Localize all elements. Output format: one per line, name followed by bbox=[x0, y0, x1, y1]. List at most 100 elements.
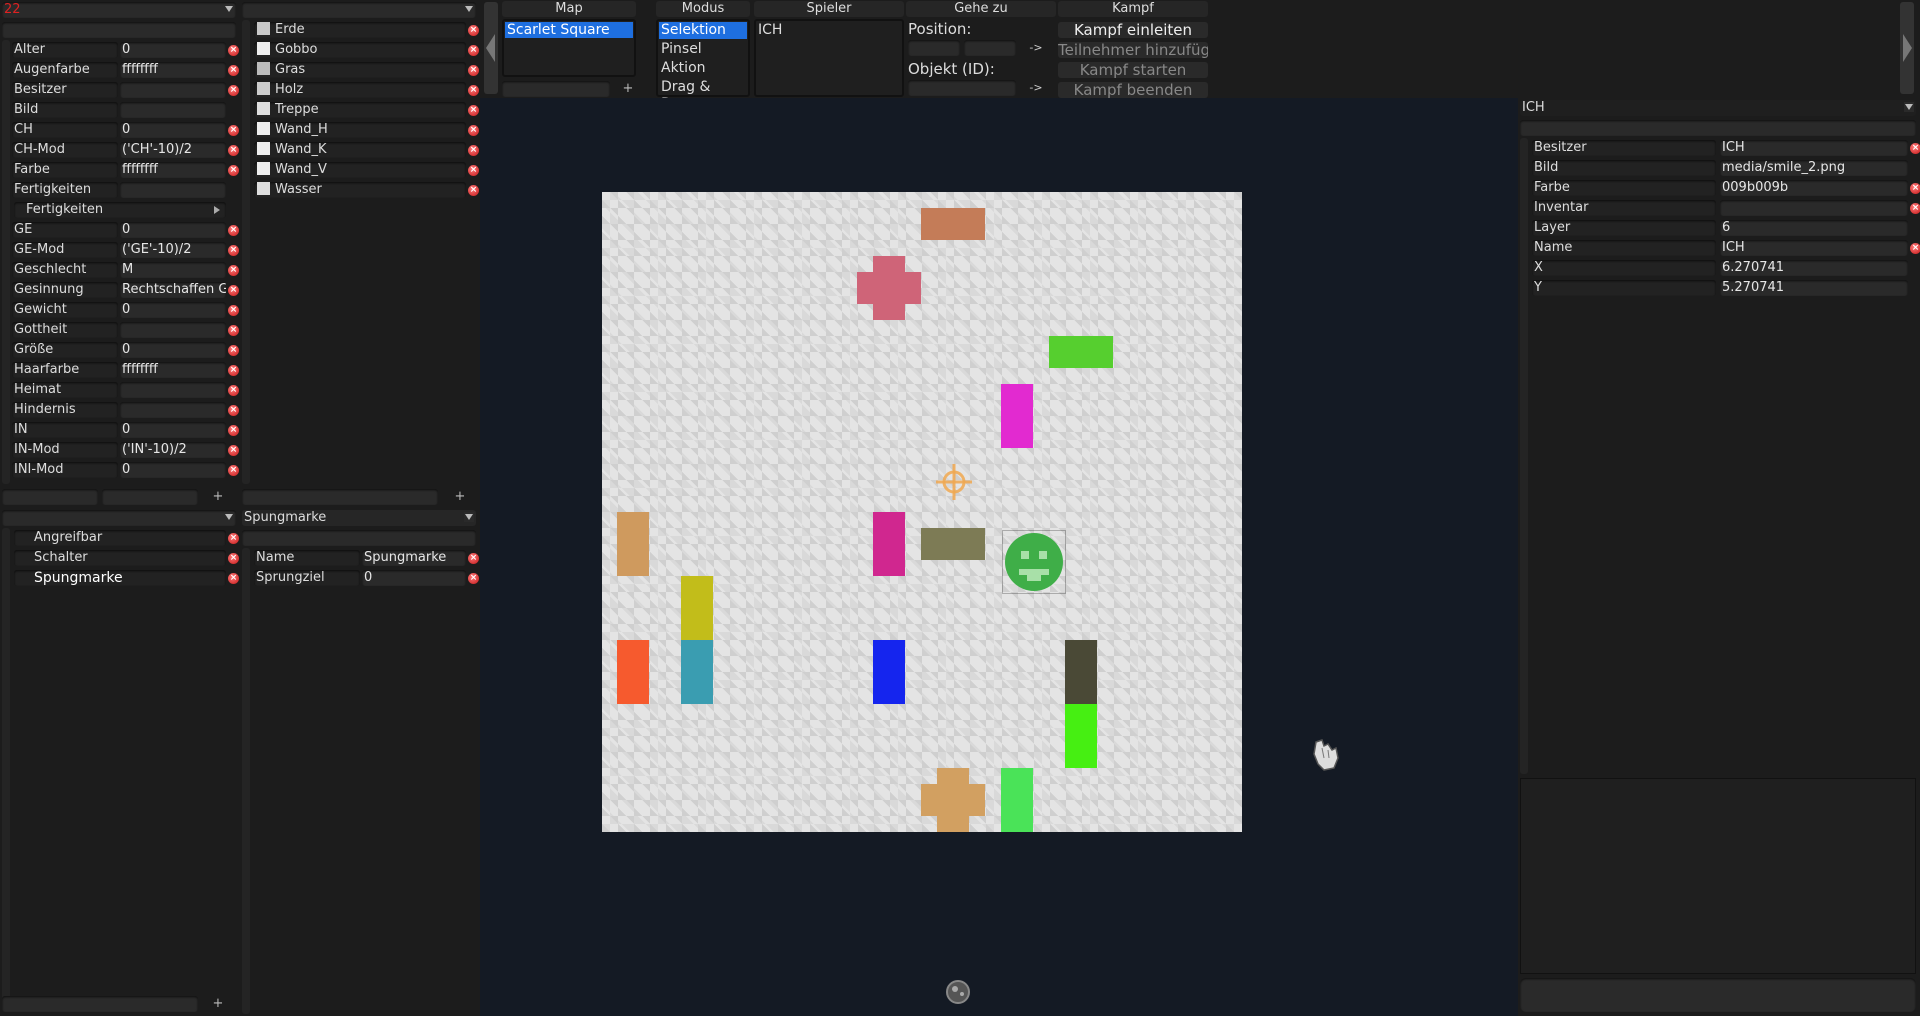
map-wall-v-tile[interactable] bbox=[1065, 640, 1097, 704]
behavior-item-schalter[interactable]: Schalter bbox=[14, 550, 226, 566]
player-smiley-icon[interactable] bbox=[1002, 530, 1066, 594]
add-tile-button[interactable]: + bbox=[454, 489, 466, 505]
delete-icon[interactable]: × bbox=[1910, 143, 1920, 154]
tile-item-wasser[interactable]: Wasser bbox=[254, 182, 466, 198]
delete-icon[interactable]: × bbox=[468, 185, 479, 196]
modus-item[interactable]: Aktion bbox=[659, 60, 747, 77]
right-scroll-arrow[interactable] bbox=[1900, 2, 1914, 94]
spung-value[interactable]: 0 bbox=[362, 570, 466, 586]
prop-value[interactable]: ICH bbox=[1720, 140, 1908, 156]
prop-value[interactable]: ICH bbox=[1720, 240, 1908, 256]
map-wall-k-tile[interactable] bbox=[857, 256, 921, 320]
prop-value[interactable] bbox=[120, 382, 226, 398]
map-wall-v-tile[interactable] bbox=[617, 512, 649, 576]
map-grid[interactable] bbox=[602, 192, 1242, 832]
kampf-button[interactable]: Kampf beenden bbox=[1058, 82, 1208, 98]
prop-value[interactable] bbox=[120, 182, 226, 198]
position-x-field[interactable] bbox=[908, 40, 960, 56]
left-scroll-arrow[interactable] bbox=[484, 2, 498, 94]
delete-icon[interactable]: × bbox=[228, 405, 239, 416]
delete-icon[interactable]: × bbox=[228, 265, 239, 276]
delete-icon[interactable]: × bbox=[228, 125, 239, 136]
left-filter-field[interactable] bbox=[2, 22, 236, 38]
kampf-button[interactable]: Kampf einleiten bbox=[1058, 22, 1208, 38]
prop-value[interactable]: 0 bbox=[120, 222, 226, 238]
delete-icon[interactable]: × bbox=[468, 45, 479, 56]
right-props-scrollbar[interactable] bbox=[1520, 138, 1528, 774]
delete-icon[interactable]: × bbox=[228, 553, 239, 564]
modus-item[interactable]: Drag & Drop bbox=[659, 79, 747, 112]
map-wall-v-tile[interactable] bbox=[1001, 384, 1033, 448]
prop-value[interactable]: M bbox=[120, 262, 226, 278]
delete-icon[interactable]: × bbox=[468, 165, 479, 176]
delete-icon[interactable]: × bbox=[228, 285, 239, 296]
delete-icon[interactable]: × bbox=[228, 45, 239, 56]
tile-item-holz[interactable]: Holz bbox=[254, 82, 466, 98]
prop-value[interactable]: 0 bbox=[120, 462, 226, 478]
delete-icon[interactable]: × bbox=[228, 165, 239, 176]
position-y-field[interactable] bbox=[964, 40, 1016, 56]
spungmarke-scrollbar[interactable] bbox=[242, 548, 250, 1014]
delete-icon[interactable]: × bbox=[1910, 243, 1920, 254]
delete-icon[interactable]: × bbox=[1910, 183, 1920, 194]
tile-item-wand_h[interactable]: Wand_H bbox=[254, 122, 466, 138]
map-settings-icon[interactable] bbox=[944, 978, 972, 1006]
map-wall-v-tile[interactable] bbox=[617, 640, 649, 704]
prop-value[interactable]: 5.270741 bbox=[1720, 280, 1908, 296]
delete-icon[interactable]: × bbox=[468, 573, 479, 584]
prop-value[interactable]: 009b009b bbox=[1720, 180, 1908, 196]
delete-icon[interactable]: × bbox=[468, 105, 479, 116]
tile-item-treppe[interactable]: Treppe bbox=[254, 102, 466, 118]
left-props-scrollbar[interactable] bbox=[2, 40, 10, 484]
add-prop-button[interactable]: + bbox=[212, 489, 224, 505]
prop-value[interactable]: 0 bbox=[120, 122, 226, 138]
delete-icon[interactable]: × bbox=[1910, 203, 1920, 214]
tile-item-gobbo[interactable]: Gobbo bbox=[254, 42, 466, 58]
prop-value[interactable]: 0 bbox=[120, 342, 226, 358]
map-wall-v-tile[interactable] bbox=[1001, 768, 1033, 832]
kampf-button[interactable]: Teilnehmer hinzufügen bbox=[1058, 42, 1208, 58]
prop-value[interactable]: media/smile_2.png bbox=[1720, 160, 1908, 176]
add-behavior-button[interactable]: + bbox=[212, 996, 224, 1012]
prop-value[interactable] bbox=[120, 322, 226, 338]
map-item-scarlet-square[interactable]: Scarlet Square bbox=[505, 22, 633, 38]
delete-icon[interactable]: × bbox=[468, 125, 479, 136]
kampf-button[interactable]: Kampf starten bbox=[1058, 62, 1208, 78]
spungmarke-dropdown-icon[interactable] bbox=[464, 512, 474, 522]
tile-dropdown-icon[interactable] bbox=[464, 4, 474, 14]
delete-icon[interactable]: × bbox=[228, 145, 239, 156]
delete-icon[interactable]: × bbox=[228, 85, 239, 96]
modus-item[interactable]: Pinsel bbox=[659, 41, 747, 58]
spieler-item-ich[interactable]: ICH bbox=[758, 22, 782, 38]
delete-icon[interactable]: × bbox=[468, 145, 479, 156]
prop-value[interactable] bbox=[120, 402, 226, 418]
map-wall-v-tile[interactable] bbox=[1065, 704, 1097, 768]
prop-value[interactable]: 0 bbox=[120, 422, 226, 438]
map-wall-v-tile[interactable] bbox=[681, 576, 713, 640]
delete-icon[interactable]: × bbox=[228, 345, 239, 356]
delete-icon[interactable]: × bbox=[228, 465, 239, 476]
tile-search-field[interactable] bbox=[242, 2, 476, 18]
prop-value[interactable]: ffffffff bbox=[120, 162, 226, 178]
add-map-button[interactable]: + bbox=[622, 81, 634, 97]
delete-icon[interactable]: × bbox=[228, 365, 239, 376]
prop-value[interactable]: ffffffff bbox=[120, 362, 226, 378]
expand-icon[interactable] bbox=[214, 206, 220, 214]
delete-icon[interactable]: × bbox=[228, 305, 239, 316]
map-wall-h-tile[interactable] bbox=[921, 528, 985, 560]
object-select-dropdown[interactable]: ICH bbox=[1520, 100, 1916, 116]
go-position-button[interactable]: -> bbox=[1020, 40, 1052, 56]
new-map-field[interactable] bbox=[502, 81, 610, 97]
delete-icon[interactable]: × bbox=[468, 25, 479, 36]
behavior-select-field[interactable] bbox=[2, 510, 236, 526]
delete-icon[interactable]: × bbox=[228, 573, 239, 584]
spungmarke-filter-field[interactable] bbox=[242, 530, 476, 546]
delete-icon[interactable]: × bbox=[468, 65, 479, 76]
prop-value[interactable]: ('IN'-10)/2 bbox=[120, 442, 226, 458]
prop-subgroup-fertigkeiten[interactable]: Fertigkeiten bbox=[14, 202, 226, 218]
tile-item-erde[interactable]: Erde bbox=[254, 22, 466, 38]
prop-value[interactable]: ('CH'-10)/2 bbox=[120, 142, 226, 158]
objekt-id-field[interactable] bbox=[908, 80, 1016, 96]
delete-icon[interactable]: × bbox=[468, 553, 479, 564]
map-wall-v-tile[interactable] bbox=[873, 640, 905, 704]
